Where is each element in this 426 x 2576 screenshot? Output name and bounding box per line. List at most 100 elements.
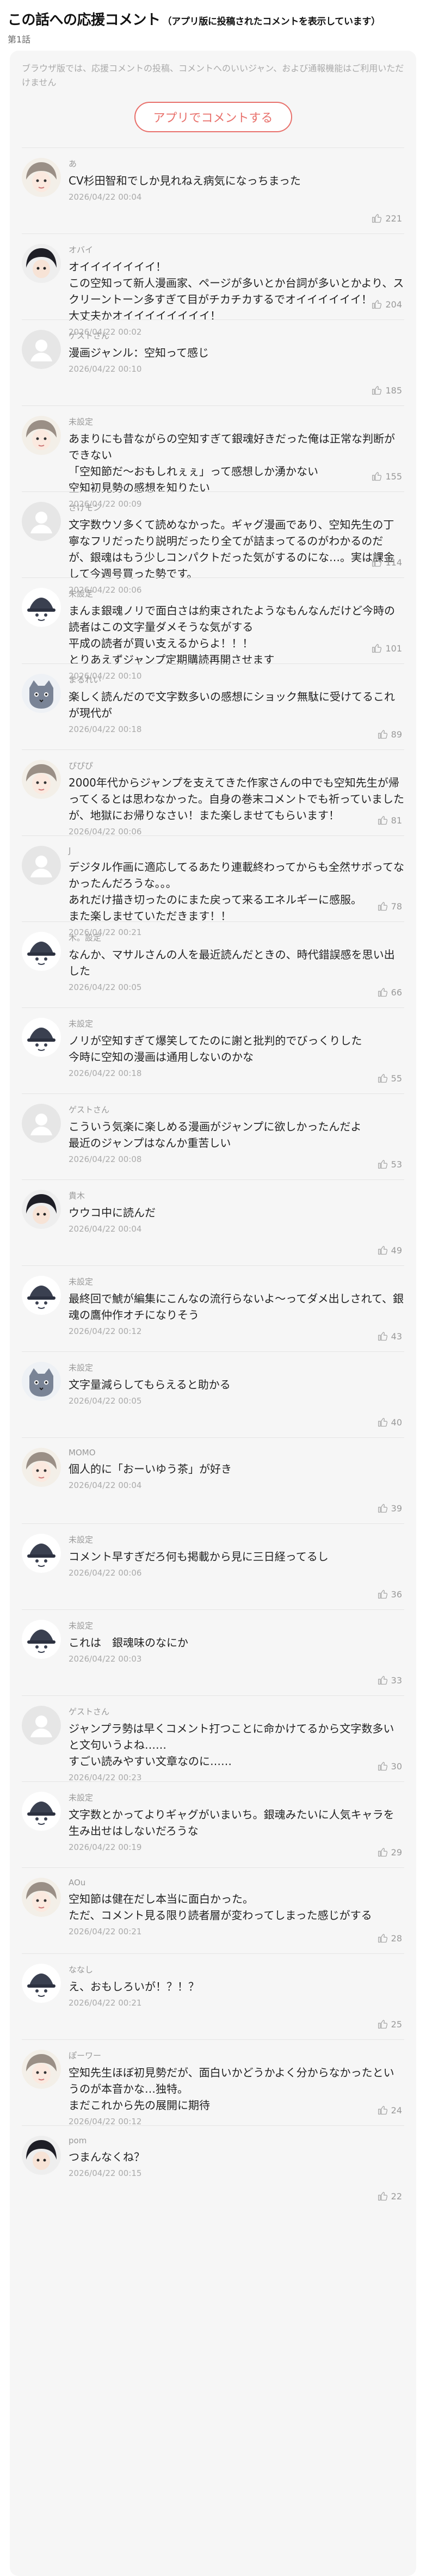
comment-author: 未設定 bbox=[69, 1363, 94, 1373]
comment-item: 貴木 ウウコ中に読んだ 2026/04/22 00:04 49 bbox=[22, 1179, 404, 1265]
comment-date: 2026/04/22 00:18 bbox=[69, 1068, 142, 1078]
app-button-wrap: アプリでコメントする bbox=[22, 102, 404, 132]
avatar bbox=[22, 846, 61, 885]
comment-text: ジャンプラ勢は早くコメント打つことに命かけてるから文字数多いと文句いうよね…… … bbox=[69, 1722, 394, 1768]
user-avatar-icon bbox=[22, 244, 61, 283]
user-avatar-icon bbox=[22, 2136, 61, 2175]
like-count: 39 bbox=[378, 1503, 402, 1514]
user-avatar-icon bbox=[22, 588, 61, 627]
like-count: 53 bbox=[378, 1159, 402, 1170]
comment-body: 未設定 これは 銀魂味のなにか 2026/04/22 00:03 bbox=[69, 1620, 404, 1664]
comment-author: ゲストさん bbox=[69, 1707, 110, 1717]
thumbs-up-icon bbox=[378, 1246, 387, 1255]
comment-item: 未設定 コメント早すぎだろ何も掲載から見に三日経ってるし 2026/04/22 … bbox=[22, 1523, 404, 1609]
like-number: 66 bbox=[391, 987, 402, 998]
thumbs-up-icon bbox=[378, 902, 387, 911]
like-count: 49 bbox=[378, 1245, 402, 1256]
user-avatar-icon bbox=[22, 1878, 61, 1917]
user-avatar-icon bbox=[22, 1104, 61, 1143]
comment-date: 2026/04/22 00:08 bbox=[69, 1154, 142, 1164]
like-number: 81 bbox=[391, 815, 402, 826]
comment-item: ゲストさん こういう気楽に楽しめる漫画がジャンプに欲しかったんだよ 最近のジャン… bbox=[22, 1093, 404, 1179]
comment-author: 未設定 bbox=[69, 417, 94, 427]
comment-item: 未設定 文字数とかってよりギャグがいまいち。銀魂みたいに人気キャラを生み出せはし… bbox=[22, 1781, 404, 1867]
thumbs-up-icon bbox=[378, 1160, 387, 1169]
comment-item: まるれい 楽しく読んだので文字数多いの感想にショック無駄に受けてるこれが現代が … bbox=[22, 663, 404, 749]
comment-item: MOMO 個人的に「おーいゆう茶」が好き 2026/04/22 00:04 39 bbox=[22, 1437, 404, 1523]
like-count: 22 bbox=[378, 2191, 402, 2202]
like-count: 221 bbox=[372, 213, 402, 224]
comment-author: まるれい bbox=[69, 675, 102, 685]
thumbs-up-icon bbox=[372, 300, 382, 309]
like-count: 30 bbox=[378, 1761, 402, 1772]
comment-text: ノリが空知すぎて爆笑してたのに謝と批判的でびっくりした 今時に空知の漫画は通用し… bbox=[69, 1034, 362, 1063]
comment-date: 2026/04/22 00:19 bbox=[69, 1842, 142, 1852]
comment-body: あ CV杉田智和でしか見れねえ病気になっちまった 2026/04/22 00:0… bbox=[69, 158, 404, 202]
comments-panel: ブラウザ版では、応援コメントの投稿、コメントへのいいジャン、および通報機能はご利… bbox=[10, 51, 416, 2576]
like-number: 25 bbox=[391, 2019, 402, 2030]
comment-text: 最終回で鯱が編集にこんなの流行らないよ〜ってダメ出しされて、銀魂の鷹仲作オチにな… bbox=[69, 1292, 404, 1321]
thumbs-up-icon bbox=[378, 816, 387, 825]
comment-author: 未設定 bbox=[69, 1793, 94, 1803]
comment-date: 2026/04/22 00:03 bbox=[69, 1654, 142, 1664]
like-number: 78 bbox=[391, 901, 402, 912]
comment-item: AOu 空知節は健在だし本当に面白かった。 ただ、コメント見る限り読者層が変わっ… bbox=[22, 1867, 404, 1953]
comment-item: J デジタル作画に適応してるあたり連載終わってからも全然サボってなかったんだろう… bbox=[22, 835, 404, 937]
avatar bbox=[22, 674, 61, 713]
comment-author: 貴木 bbox=[69, 1191, 85, 1201]
comment-item: あ CV杉田智和でしか見れねえ病気になっちまった 2026/04/22 00:0… bbox=[22, 147, 404, 233]
comment-author: J bbox=[69, 846, 71, 856]
like-count: 29 bbox=[378, 1847, 402, 1858]
comment-text: デジタル作画に適応してるあたり連載終わってからも全然サボってなかったんだろうな。… bbox=[69, 860, 404, 923]
user-avatar-icon bbox=[22, 1534, 61, 1573]
comment-item: 未設定 ノリが空知すぎて爆笑してたのに謝と批判的でびっくりした 今時に空知の漫画… bbox=[22, 1007, 404, 1093]
avatar bbox=[22, 1362, 61, 1401]
comment-item: ぽーワー 空知先生ほぼ初見勢だが、面白いかどうかよく分からなかったというのが本音… bbox=[22, 2039, 404, 2126]
like-count: 185 bbox=[372, 385, 402, 396]
avatar bbox=[22, 1190, 61, 1229]
comment-date: 2026/04/22 00:04 bbox=[69, 1224, 142, 1234]
comment-author: ぴぴぴ bbox=[69, 761, 94, 771]
like-number: 49 bbox=[391, 1245, 402, 1256]
like-number: 155 bbox=[385, 471, 402, 482]
page-subtitle: （アプリ版に投稿されたコメントを表示しています） bbox=[162, 16, 381, 27]
comment-list: あ CV杉田智和でしか見れねえ病気になっちまった 2026/04/22 00:0… bbox=[22, 147, 404, 2211]
user-avatar-icon bbox=[22, 416, 61, 455]
comment-item: 未設定 これは 銀魂味のなにか 2026/04/22 00:03 33 bbox=[22, 1609, 404, 1695]
comment-author: あ bbox=[69, 159, 77, 169]
avatar bbox=[22, 1448, 61, 1487]
thumbs-up-icon bbox=[378, 1074, 387, 1083]
comment-item: 未設定 最終回で鯱が編集にこんなの流行らないよ〜ってダメ出しされて、銀魂の鷹仲作… bbox=[22, 1265, 404, 1351]
comment-text: 文字数とかってよりギャグがいまいち。銀魂みたいに人気キャラを生み出せはしないだろ… bbox=[69, 1808, 394, 1837]
like-number: 43 bbox=[391, 1331, 402, 1342]
comment-text: オイイイイイイイ！ この空知って新人漫画家、ページが多いとか台詞が多いとかより、… bbox=[69, 260, 404, 322]
like-count: 28 bbox=[378, 1933, 402, 1944]
user-avatar-icon bbox=[22, 1362, 61, 1401]
comment-body: MOMO 個人的に「おーいゆう茶」が好き 2026/04/22 00:04 bbox=[69, 1448, 404, 1490]
comment-text: 文字量減らしてもらえると助かる bbox=[69, 1378, 231, 1391]
comment-item: 未設定 文字量減らしてもらえると助かる 2026/04/22 00:05 40 bbox=[22, 1351, 404, 1437]
avatar bbox=[22, 2050, 61, 2089]
like-number: 89 bbox=[391, 729, 402, 740]
avatar bbox=[22, 330, 61, 369]
comment-body: 未設定 コメント早すぎだろ何も掲載から見に三日経ってるし 2026/04/22 … bbox=[69, 1534, 404, 1578]
comment-body: ゲストさん こういう気楽に楽しめる漫画がジャンプに欲しかったんだよ 最近のジャン… bbox=[69, 1104, 404, 1164]
comment-body: pom つまんなくね？ 2026/04/22 00:15 bbox=[69, 2136, 404, 2178]
avatar bbox=[22, 416, 61, 455]
title-row: この話への応援コメント （アプリ版に投稿されたコメントを表示しています） bbox=[8, 9, 418, 29]
user-avatar-icon bbox=[22, 2050, 61, 2089]
comment-item: オバイ オイイイイイイイ！ この空知って新人漫画家、ページが多いとか台詞が多いと… bbox=[22, 233, 404, 337]
comment-author: さけモン bbox=[69, 503, 102, 513]
page-title: この話への応援コメント bbox=[8, 12, 160, 28]
comment-item: ななし え、おもしろいが！？！？ 2026/04/22 00:21 25 bbox=[22, 1953, 404, 2039]
comments-page: この話への応援コメント （アプリ版に投稿されたコメントを表示しています） 第1話… bbox=[0, 0, 426, 2576]
comment-body: 木。設定 なんか、マサルさんの人を最近読んだときの、時代錯誤感を思い出した 20… bbox=[69, 932, 404, 992]
avatar bbox=[22, 1534, 61, 1573]
avatar bbox=[22, 1706, 61, 1745]
comment-author: 木。設定 bbox=[69, 933, 102, 943]
thumbs-up-icon bbox=[378, 1934, 387, 1943]
comment-author: AOu bbox=[69, 1878, 86, 1888]
comment-author: 未設定 bbox=[69, 1535, 94, 1545]
avatar bbox=[22, 932, 61, 971]
comment-in-app-button[interactable]: アプリでコメントする bbox=[134, 102, 292, 132]
